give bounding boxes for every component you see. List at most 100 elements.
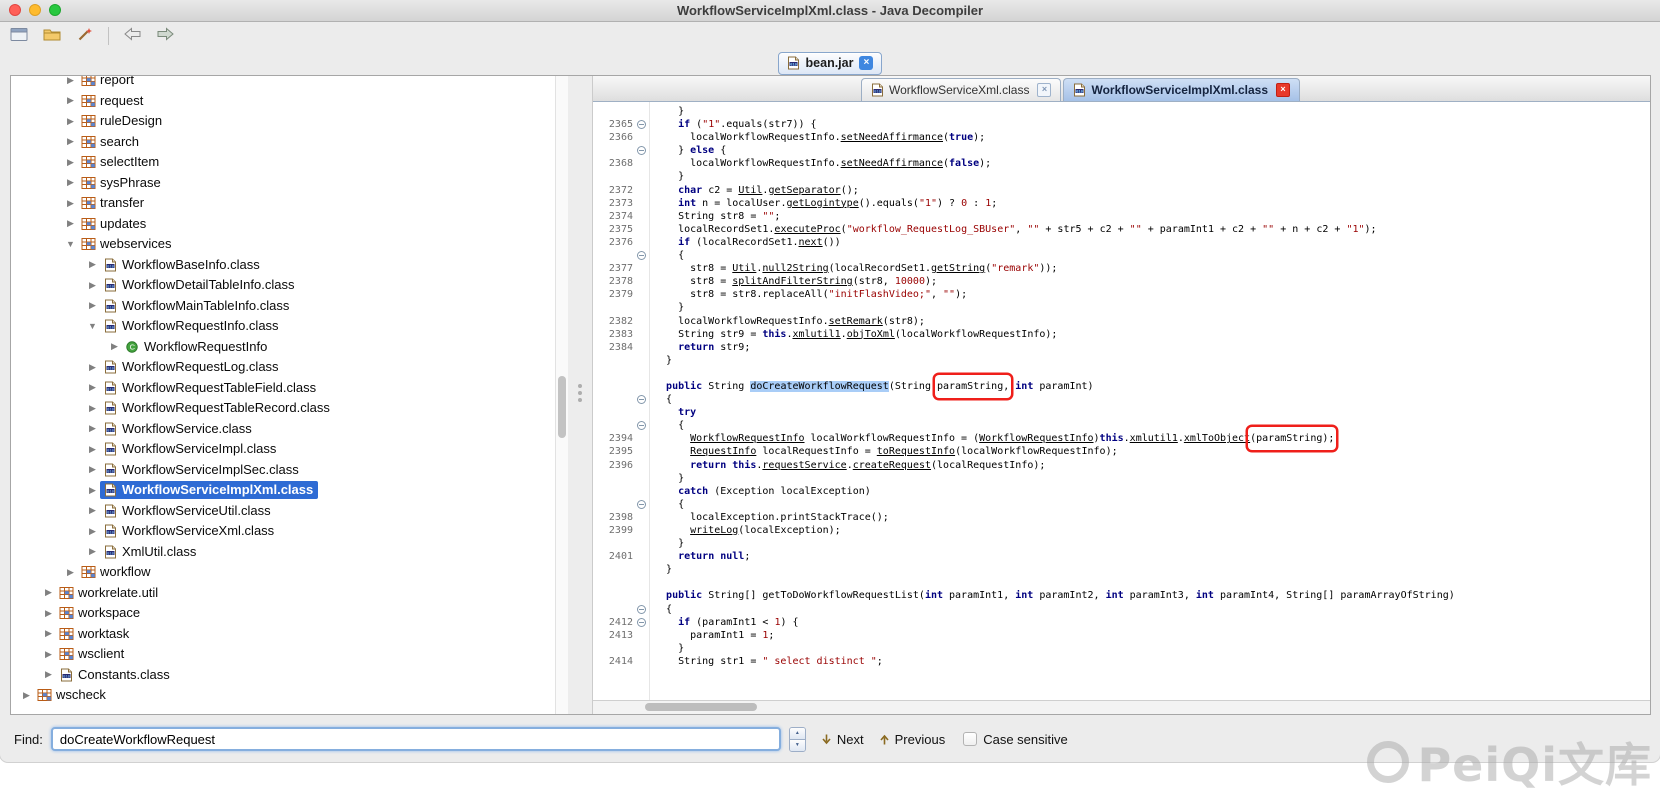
close-window-button[interactable] [9, 4, 21, 16]
chevron-right-icon[interactable]: ▶ [63, 95, 78, 106]
tree-item-WorkflowRequestInfo[interactable]: ▶CWorkflowRequestInfo [11, 337, 555, 358]
chevron-right-icon[interactable]: ▶ [41, 587, 56, 598]
chevron-right-icon[interactable]: ▶ [41, 669, 56, 680]
chevron-right-icon[interactable]: ▶ [85, 403, 100, 414]
chevron-right-icon[interactable]: ▶ [85, 526, 100, 537]
chevron-right-icon[interactable]: ▶ [85, 259, 100, 270]
collapse-fold-icon[interactable] [637, 605, 646, 614]
jar-tab[interactable]: 010 bean.jar × [778, 52, 883, 75]
chevron-down-icon[interactable]: ▼ [63, 239, 78, 249]
chevron-right-icon[interactable]: ▶ [63, 218, 78, 229]
tree-item-WorkflowDetailTableInfo.class[interactable]: ▶010WorkflowDetailTableInfo.class [11, 275, 555, 296]
chevron-right-icon[interactable]: ▶ [107, 341, 122, 352]
tree-item-WorkflowServiceUtil.class[interactable]: ▶010WorkflowServiceUtil.class [11, 501, 555, 522]
chevron-right-icon[interactable]: ▶ [19, 690, 34, 701]
tree-item-report[interactable]: ▶report [11, 76, 555, 91]
tree-scrollbar-thumb[interactable] [558, 376, 566, 438]
split-divider[interactable] [568, 76, 593, 714]
search-wand-button[interactable] [73, 26, 97, 46]
chevron-right-icon[interactable]: ▶ [85, 485, 100, 496]
tree-item-sysPhrase[interactable]: ▶sysPhrase [11, 173, 555, 194]
tree-item-WorkflowRequestTableField.class[interactable]: ▶010WorkflowRequestTableField.class [11, 378, 555, 399]
case-sensitive-checkbox[interactable] [963, 732, 977, 746]
tree-item-WorkflowServiceImpl.class[interactable]: ▶010WorkflowServiceImpl.class [11, 439, 555, 460]
chevron-right-icon[interactable]: ▶ [63, 116, 78, 127]
stepper-down-icon[interactable]: ▼ [790, 740, 805, 751]
horizontal-scrollbar-thumb[interactable] [645, 703, 757, 711]
chevron-right-icon[interactable]: ▶ [63, 198, 78, 209]
collapse-fold-icon[interactable] [637, 421, 646, 430]
code-line: { [593, 603, 1650, 616]
tree-scrollbar[interactable] [555, 76, 568, 714]
tree-item-XmlUtil.class[interactable]: ▶010XmlUtil.class [11, 542, 555, 563]
tree-item-WorkflowServiceImplSec.class[interactable]: ▶010WorkflowServiceImplSec.class [11, 460, 555, 481]
tree-item-WorkflowServiceImplXml.class[interactable]: ▶010WorkflowServiceImplXml.class [11, 480, 555, 501]
tree-item-worktask[interactable]: ▶worktask [11, 624, 555, 645]
navigate-forward-button[interactable] [153, 26, 177, 46]
chevron-right-icon[interactable]: ▶ [85, 382, 100, 393]
tree-item-Constants.class[interactable]: ▶010Constants.class [11, 665, 555, 686]
chevron-right-icon[interactable]: ▶ [85, 464, 100, 475]
minimize-window-button[interactable] [29, 4, 41, 16]
tree-item-WorkflowServiceXml.class[interactable]: ▶010WorkflowServiceXml.class [11, 521, 555, 542]
chevron-right-icon[interactable]: ▶ [41, 628, 56, 639]
tree-item-workspace[interactable]: ▶workspace [11, 603, 555, 624]
chevron-right-icon[interactable]: ▶ [41, 608, 56, 619]
chevron-right-icon[interactable]: ▶ [63, 177, 78, 188]
chevron-down-icon[interactable]: ▼ [85, 321, 100, 331]
find-previous-button[interactable]: Previous [878, 732, 946, 747]
package-tree[interactable]: ▶report▶request▶ruleDesign▶search▶select… [11, 76, 555, 714]
chevron-right-icon[interactable]: ▶ [41, 649, 56, 660]
chevron-right-icon[interactable]: ▶ [63, 157, 78, 168]
horizontal-scrollbar[interactable] [593, 700, 1650, 714]
chevron-right-icon[interactable]: ▶ [85, 280, 100, 291]
tree-item-search[interactable]: ▶search [11, 132, 555, 153]
collapse-fold-icon[interactable] [637, 618, 646, 627]
tree-item-WorkflowRequestTableRecord.class[interactable]: ▶010WorkflowRequestTableRecord.class [11, 398, 555, 419]
find-input[interactable] [51, 727, 781, 751]
tree-item-transfer[interactable]: ▶transfer [11, 193, 555, 214]
close-tab-icon[interactable]: × [1276, 83, 1290, 97]
tree-item-workrelate.util[interactable]: ▶workrelate.util [11, 583, 555, 604]
tree-item-wsclient[interactable]: ▶wsclient [11, 644, 555, 665]
chevron-right-icon[interactable]: ▶ [85, 444, 100, 455]
editor-tab-WorkflowServiceXml.class[interactable]: 010WorkflowServiceXml.class× [861, 78, 1061, 101]
collapse-fold-icon[interactable] [637, 500, 646, 509]
tree-item-selectItem[interactable]: ▶selectItem [11, 152, 555, 173]
close-tab-icon[interactable]: × [1037, 83, 1051, 97]
find-history-stepper[interactable]: ▲ ▼ [789, 727, 806, 752]
chevron-right-icon[interactable]: ▶ [85, 505, 100, 516]
open-folder-button[interactable] [40, 26, 64, 46]
navigate-back-button[interactable] [120, 26, 144, 46]
chevron-right-icon[interactable]: ▶ [63, 567, 78, 578]
tree-item-updates[interactable]: ▶updates [11, 214, 555, 235]
tree-item-WorkflowMainTableInfo.class[interactable]: ▶010WorkflowMainTableInfo.class [11, 296, 555, 317]
close-jar-icon[interactable]: × [859, 56, 873, 70]
tree-item-webservices[interactable]: ▼webservices [11, 234, 555, 255]
chevron-right-icon[interactable]: ▶ [85, 362, 100, 373]
tree-item-ruleDesign[interactable]: ▶ruleDesign [11, 111, 555, 132]
code-editor[interactable]: }2365 if ("1".equals(str7)) {2366 localW… [593, 102, 1650, 700]
chevron-right-icon[interactable]: ▶ [85, 423, 100, 434]
tree-item-workflow[interactable]: ▶workflow [11, 562, 555, 583]
tree-item-WorkflowService.class[interactable]: ▶010WorkflowService.class [11, 419, 555, 440]
tree-item-WorkflowRequestLog.class[interactable]: ▶010WorkflowRequestLog.class [11, 357, 555, 378]
tree-item-WorkflowBaseInfo.class[interactable]: ▶010WorkflowBaseInfo.class [11, 255, 555, 276]
open-window-button[interactable] [7, 26, 31, 46]
collapse-fold-icon[interactable] [637, 251, 646, 260]
tree-item-request[interactable]: ▶request [11, 91, 555, 112]
collapse-fold-icon[interactable] [637, 146, 646, 155]
editor-tab-WorkflowServiceImplXml.class[interactable]: 010WorkflowServiceImplXml.class× [1063, 78, 1300, 101]
chevron-right-icon[interactable]: ▶ [85, 546, 100, 557]
tree-item-wscheck[interactable]: ▶wscheck [11, 685, 555, 706]
tree-item-WorkflowRequestInfo.class[interactable]: ▼010WorkflowRequestInfo.class [11, 316, 555, 337]
chevron-right-icon[interactable]: ▶ [85, 300, 100, 311]
collapse-fold-icon[interactable] [637, 120, 646, 129]
stepper-up-icon[interactable]: ▲ [790, 728, 805, 740]
find-next-button[interactable]: Next [820, 732, 864, 747]
chevron-right-icon[interactable]: ▶ [63, 76, 78, 86]
line-number: 2368 [593, 157, 633, 170]
chevron-right-icon[interactable]: ▶ [63, 136, 78, 147]
zoom-window-button[interactable] [49, 4, 61, 16]
collapse-fold-icon[interactable] [637, 395, 646, 404]
